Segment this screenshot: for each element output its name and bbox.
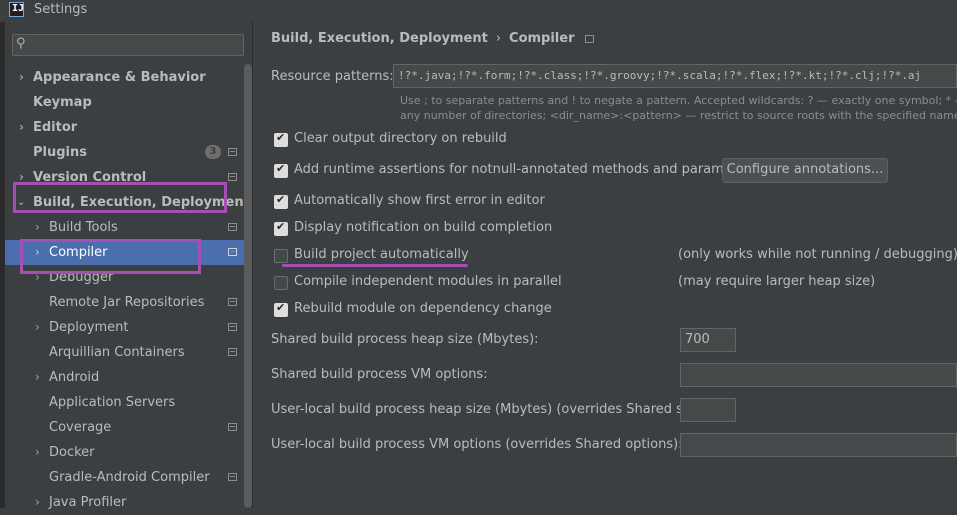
project-settings-icon xyxy=(228,323,237,331)
sidebar-item-editor[interactable]: › Editor xyxy=(5,115,252,140)
sidebar-item-appearance-behavior[interactable]: › Appearance & Behavior xyxy=(5,65,252,90)
project-settings-icon xyxy=(228,473,237,481)
sidebar-item-android[interactable]: › Android xyxy=(5,365,252,390)
sidebar-item-label: Android xyxy=(49,370,100,385)
runtime-assertions-label[interactable]: Add runtime assertions for notnull-annot… xyxy=(294,162,757,177)
sidebar-item-label: Application Servers xyxy=(49,395,176,410)
panel-divider[interactable] xyxy=(252,22,253,508)
sidebar-item-application-servers[interactable]: Application Servers xyxy=(5,390,252,415)
shared-heap-input[interactable]: 700 xyxy=(680,328,736,352)
parallel-compile-checkbox[interactable] xyxy=(274,276,288,290)
project-settings-icon xyxy=(228,223,237,231)
sidebar-item-label: Appearance & Behavior xyxy=(33,70,206,85)
sidebar-item-plugins[interactable]: Plugins 3 xyxy=(5,140,252,165)
sidebar-item-label: Coverage xyxy=(49,420,112,435)
sidebar-item-keymap[interactable]: Keymap xyxy=(5,90,252,115)
sidebar-item-java-profiler[interactable]: › Java Profiler xyxy=(5,490,252,515)
project-settings-icon xyxy=(228,148,237,156)
resource-patterns-hint-line1: Use ; to separate patterns and ! to nega… xyxy=(400,94,957,107)
sidebar-item-label: Java Profiler xyxy=(49,495,127,510)
user-vm-label: User-local build process VM options (ove… xyxy=(271,437,683,452)
chevron-right-icon[interactable]: › xyxy=(35,365,40,390)
build-automatically-label[interactable]: Build project automatically xyxy=(294,247,469,262)
user-heap-label: User-local build process heap size (Mbyt… xyxy=(271,402,711,417)
runtime-assertions-checkbox[interactable] xyxy=(274,162,288,178)
title-bar: IJ Settings xyxy=(0,0,957,22)
chevron-right-icon[interactable]: › xyxy=(35,215,40,240)
sidebar-item-label: Docker xyxy=(49,445,95,460)
resource-patterns-label: Resource patterns: xyxy=(271,69,394,84)
shared-vm-label: Shared build process VM options: xyxy=(271,367,488,382)
build-notification-label[interactable]: Display notification on build completion xyxy=(294,220,552,235)
window-title: Settings xyxy=(34,2,88,17)
sidebar-item-gradle-android-compiler[interactable]: Gradle-Android Compiler xyxy=(5,465,252,490)
rebuild-on-dependency-checkbox[interactable] xyxy=(274,301,288,317)
app-icon: IJ xyxy=(9,2,24,17)
project-settings-icon xyxy=(228,423,237,431)
sidebar-item-deployment[interactable]: › Deployment xyxy=(5,315,252,340)
project-settings-icon xyxy=(584,34,594,43)
chevron-right-icon[interactable]: › xyxy=(19,65,24,90)
shared-vm-input[interactable] xyxy=(680,363,957,387)
shared-heap-label: Shared build process heap size (Mbytes): xyxy=(271,332,539,347)
project-settings-icon xyxy=(228,298,237,306)
build-automatically-note: (only works while not running / debuggin… xyxy=(678,247,957,262)
resource-patterns-input[interactable]: !?*.java;!?*.form;!?*.class;!?*.groovy;!… xyxy=(393,64,957,88)
sidebar-item-label: Plugins xyxy=(33,145,87,160)
breadcrumb: Build, Execution, Deployment › Compiler xyxy=(271,31,594,46)
sidebar-item-label: Editor xyxy=(33,120,78,135)
sidebar-item-label: Keymap xyxy=(33,95,92,110)
search-icon: ⚲ xyxy=(16,36,26,51)
chevron-right-icon[interactable]: › xyxy=(35,315,40,340)
configure-annotations-button[interactable]: Configure annotations... xyxy=(722,158,888,183)
user-vm-input[interactable] xyxy=(680,433,957,457)
breadcrumb-parent[interactable]: Build, Execution, Deployment xyxy=(271,31,488,46)
annotation-highlight-box xyxy=(13,182,227,213)
resource-patterns-hint-line2: any number of directories; <dir_name>:<p… xyxy=(400,109,957,122)
breadcrumb-current: Compiler xyxy=(509,31,575,46)
user-heap-input[interactable] xyxy=(680,398,736,422)
sidebar-item-label: Arquillian Containers xyxy=(49,345,185,360)
rebuild-on-dependency-label[interactable]: Rebuild module on dependency change xyxy=(294,301,552,316)
chevron-right-icon[interactable]: › xyxy=(19,115,24,140)
sidebar-item-coverage[interactable]: Coverage xyxy=(5,415,252,440)
sidebar-item-docker[interactable]: › Docker xyxy=(5,440,252,465)
search-input[interactable]: ⚲ xyxy=(12,34,244,56)
parallel-compile-label[interactable]: Compile independent modules in parallel xyxy=(294,274,562,289)
build-automatically-checkbox[interactable] xyxy=(274,249,288,263)
sidebar-item-label: Remote Jar Repositories xyxy=(49,295,205,310)
app-icon-text: IJ xyxy=(12,3,25,14)
clear-output-label[interactable]: Clear output directory on rebuild xyxy=(294,131,507,146)
sidebar-item-build-tools[interactable]: › Build Tools xyxy=(5,215,252,240)
sidebar-item-label: Deployment xyxy=(49,320,129,335)
show-first-error-checkbox[interactable] xyxy=(274,193,288,209)
sidebar-scrollbar[interactable] xyxy=(244,64,252,508)
annotation-underline xyxy=(282,264,468,267)
plugins-update-badge: 3 xyxy=(205,145,221,159)
chevron-right-icon[interactable]: › xyxy=(35,440,40,465)
project-settings-icon xyxy=(228,348,237,356)
parallel-compile-note: (may require larger heap size) xyxy=(678,274,876,289)
chevron-right-icon[interactable]: › xyxy=(35,490,40,515)
sidebar-item-remote-jar-repositories[interactable]: Remote Jar Repositories xyxy=(5,290,252,315)
sidebar-item-label: Gradle-Android Compiler xyxy=(49,470,210,485)
project-settings-icon xyxy=(228,173,237,181)
build-notification-checkbox[interactable] xyxy=(274,220,288,236)
sidebar-item-arquillian-containers[interactable]: Arquillian Containers xyxy=(5,340,252,365)
breadcrumb-separator: › xyxy=(495,31,502,46)
annotation-highlight-box xyxy=(20,239,201,274)
show-first-error-label[interactable]: Automatically show first error in editor xyxy=(294,193,545,208)
project-settings-icon xyxy=(228,248,237,256)
sidebar-item-label: Build Tools xyxy=(49,220,118,235)
clear-output-checkbox[interactable] xyxy=(274,131,288,147)
